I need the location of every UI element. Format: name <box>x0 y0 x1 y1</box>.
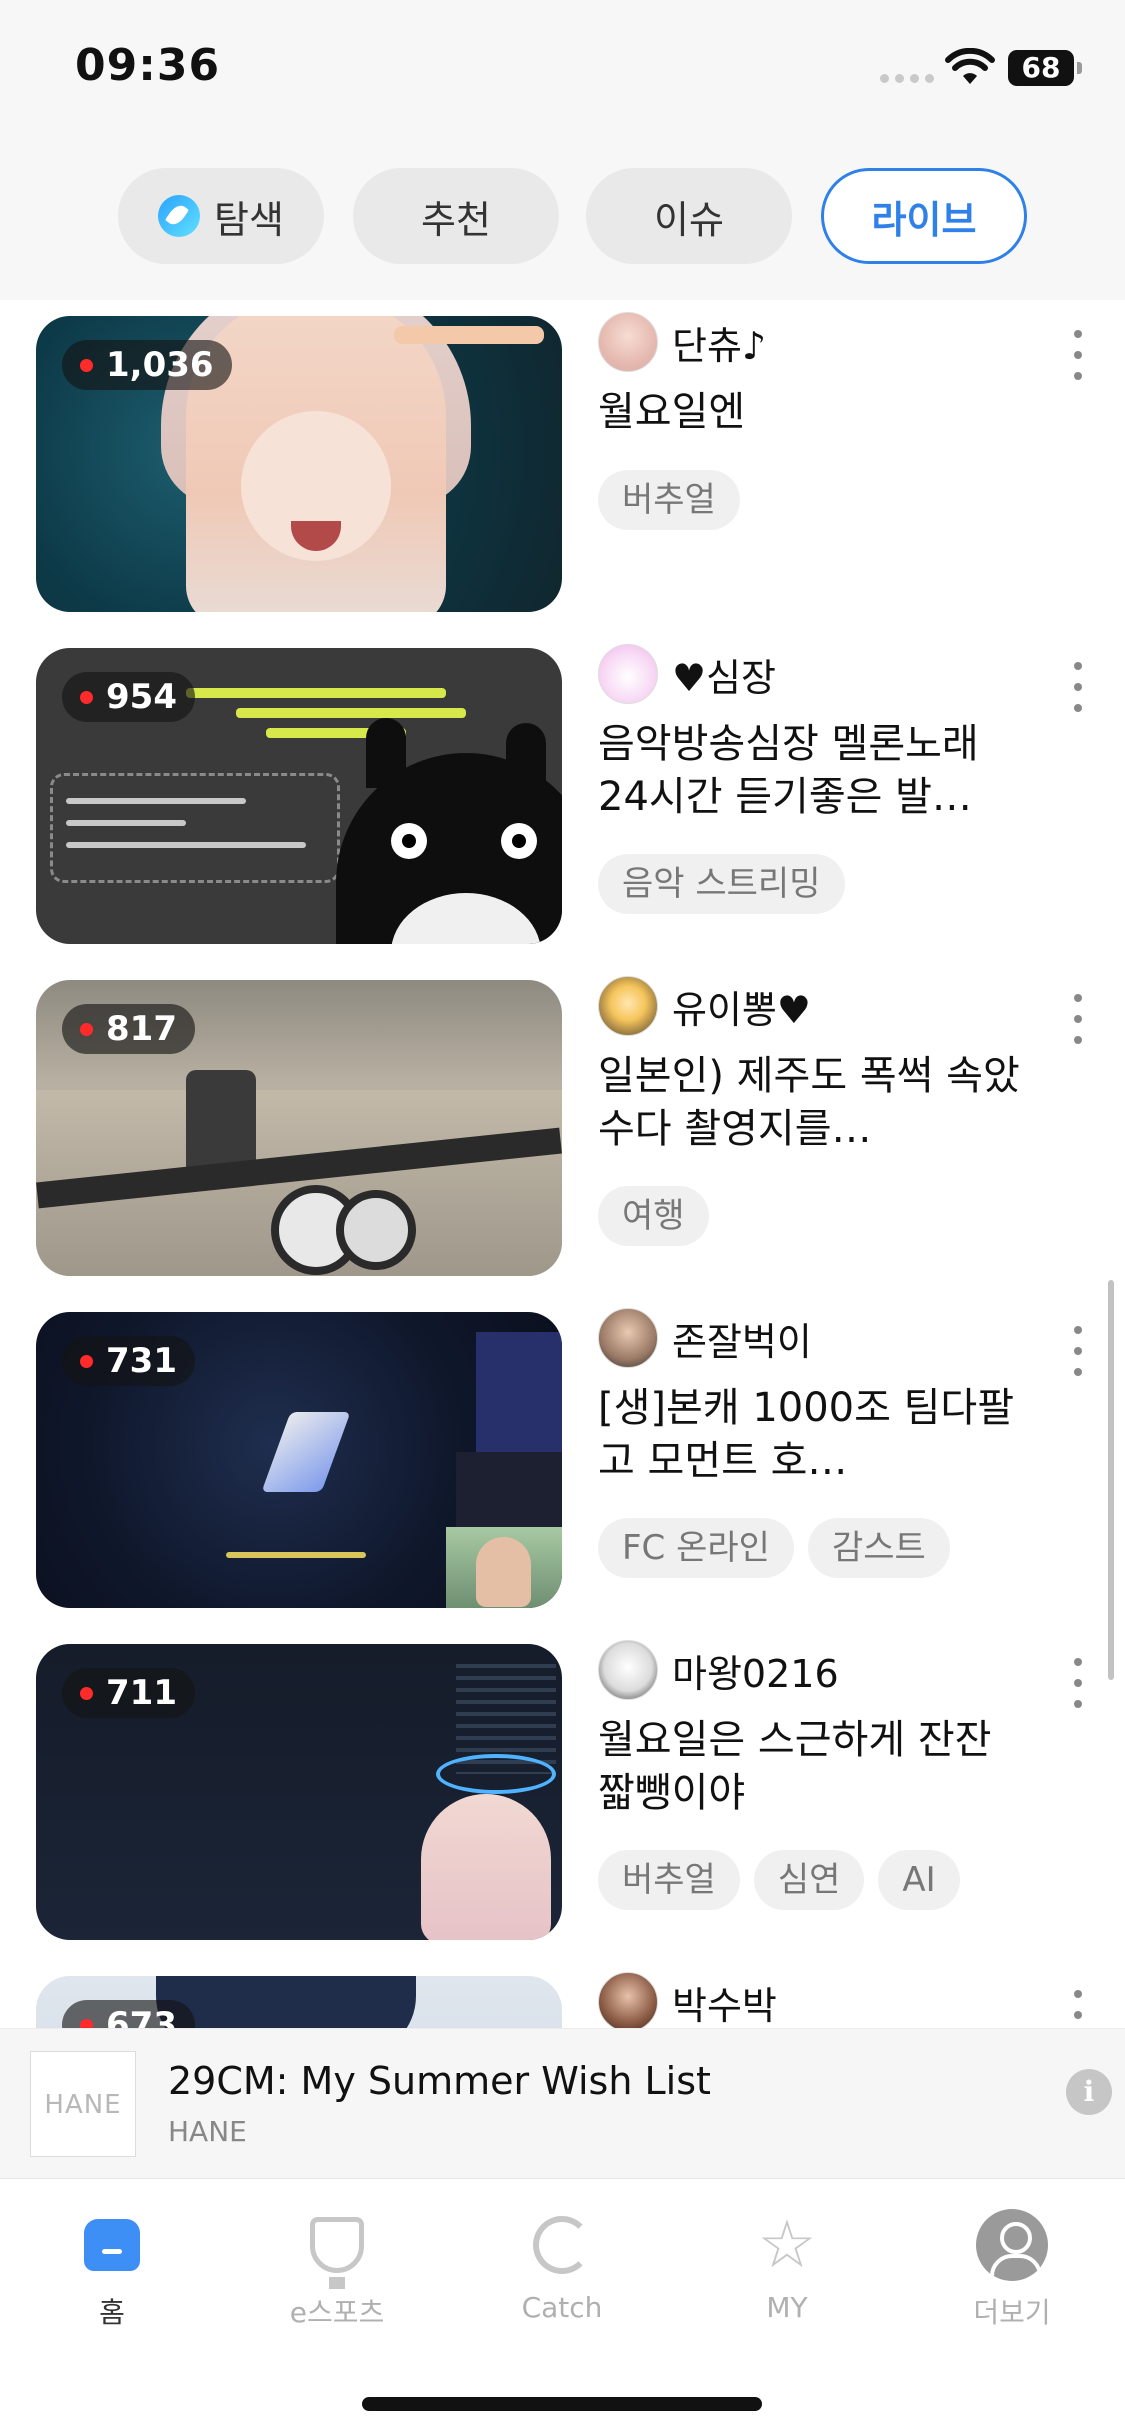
bottom-navigation: 홈 e스포츠 Catch ☆ MY 더보기 <box>0 2178 1125 2436</box>
streamer-name: 존잘벅이 <box>672 1319 812 1364</box>
advertiser-logo: HANE <box>30 2051 136 2157</box>
streamer-info[interactable]: 박수박 <box>598 1972 777 2028</box>
streamer-info[interactable]: 유이뽕♥ <box>598 976 811 1036</box>
nav-catch[interactable]: Catch <box>472 2209 652 2349</box>
viewer-count-badge: 711 <box>62 1668 195 1718</box>
stream-title[interactable]: 월요일은 스근하게 잔잔짧뺑이야 <box>598 1714 1028 1820</box>
home-indicator[interactable] <box>362 2397 762 2411</box>
nav-more[interactable]: 더보기 <box>922 2209 1102 2349</box>
streamer-info[interactable]: ♥심장 <box>598 644 776 704</box>
wifi-icon <box>945 48 995 84</box>
nav-my[interactable]: ☆ MY <box>697 2209 877 2349</box>
category-tag[interactable]: 버추얼 <box>598 470 740 530</box>
viewer-count-badge: 673 <box>62 2000 195 2028</box>
stream-title[interactable]: 일본인) 제주도 폭썩 속았수다 촬영지를… <box>598 1050 1028 1156</box>
nav-home[interactable]: 홈 <box>22 2209 202 2349</box>
tab-label: 탐색 <box>214 197 284 242</box>
streamer-info[interactable]: 존잘벅이 <box>598 1308 812 1368</box>
streamer-name: ♥심장 <box>672 655 776 700</box>
avatar[interactable] <box>598 976 658 1036</box>
stream-item[interactable]: 817 유이뽕♥ 일본인) 제주도 폭썩 속았수다 촬영지를… 여행 <box>0 964 1125 1296</box>
profile-icon <box>976 2209 1048 2281</box>
avatar[interactable] <box>598 1308 658 1368</box>
nav-label: e스포츠 <box>289 2296 385 2329</box>
streamer-name: 마왕0216 <box>672 1651 839 1696</box>
more-options-icon[interactable] <box>1066 1326 1090 1376</box>
star-icon: ☆ <box>757 2206 817 2283</box>
stream-thumbnail[interactable]: 673 <box>36 1976 562 2028</box>
viewer-count-badge: 954 <box>62 672 195 722</box>
category-tag[interactable]: AI <box>878 1850 960 1910</box>
stream-thumbnail[interactable]: 1,036 <box>36 316 562 612</box>
streamer-name: 박수박 <box>672 1983 777 2028</box>
category-tag[interactable]: FC 온라인 <box>598 1518 794 1578</box>
category-tag[interactable]: 음악 스트리밍 <box>598 854 845 914</box>
tag-list: 버추얼 <box>598 470 740 530</box>
stream-title[interactable]: [생]본캐 1000조 팀다팔고 모먼트 호… <box>598 1382 1028 1488</box>
tab-explore[interactable]: 탐색 <box>118 168 324 264</box>
battery-icon: 68 <box>1008 50 1082 86</box>
tab-live[interactable]: 라이브 <box>821 168 1027 264</box>
tab-label: 추천 <box>421 197 491 242</box>
category-tag[interactable]: 버추얼 <box>598 1850 740 1910</box>
more-options-icon[interactable] <box>1066 330 1090 380</box>
cellular-signal-icon <box>880 74 934 83</box>
category-tag[interactable]: 감스트 <box>807 1518 950 1578</box>
info-icon[interactable]: i <box>1066 2069 1112 2115</box>
streamer-info[interactable]: 마왕0216 <box>598 1640 839 1700</box>
ad-title[interactable]: 29CM: My Summer Wish List <box>168 2059 711 2103</box>
tag-list: FC 온라인 감스트 <box>598 1518 950 1578</box>
tag-list: 여행 <box>598 1186 709 1246</box>
trophy-icon <box>310 2217 364 2289</box>
compass-icon <box>158 195 201 237</box>
tab-label: 라이브 <box>871 197 977 242</box>
category-tag[interactable]: 심연 <box>753 1850 865 1910</box>
stream-thumbnail[interactable]: 711 <box>36 1644 562 1940</box>
home-icon <box>84 2219 140 2271</box>
streamer-name: 유이뽕♥ <box>672 987 811 1032</box>
viewer-count-badge: 731 <box>62 1336 195 1386</box>
tab-issues[interactable]: 이슈 <box>586 168 792 264</box>
more-options-icon[interactable] <box>1066 1658 1090 1708</box>
stream-item[interactable]: 731 존잘벅이 [생]본캐 1000조 팀다팔고 모먼트 호… FC 온라인 … <box>0 1296 1125 1628</box>
stream-item[interactable]: 673 박수박 <box>0 1960 1125 2028</box>
tag-list: 버추얼 심연 AI <box>598 1850 960 1910</box>
avatar[interactable] <box>598 312 658 372</box>
avatar[interactable] <box>598 1972 658 2028</box>
live-stream-feed[interactable]: 1,036 단츄♪ 월요일엔 버추얼 954 ♥심장 음악방송심장 멜론노래 2… <box>0 300 1125 2028</box>
viewer-count-badge: 1,036 <box>62 340 232 390</box>
avatar[interactable] <box>598 644 658 704</box>
stream-title[interactable]: 음악방송심장 멜론노래 24시간 듣기좋은 발… <box>598 718 1028 824</box>
nav-label: 더보기 <box>973 2296 1051 2329</box>
avatar[interactable] <box>598 1640 658 1700</box>
nav-label: 홈 <box>99 2296 125 2329</box>
ad-banner[interactable]: HANE 29CM: My Summer Wish List HANE i <box>0 2028 1125 2178</box>
stream-title[interactable]: 월요일엔 <box>598 386 1028 439</box>
stream-thumbnail[interactable]: 817 <box>36 980 562 1276</box>
viewer-count-badge: 817 <box>62 1004 195 1054</box>
category-tabs: 탐색 추천 이슈 라이브 <box>0 140 1125 300</box>
streamer-info[interactable]: 단츄♪ <box>598 312 766 372</box>
stream-item[interactable]: 954 ♥심장 음악방송심장 멜론노래 24시간 듣기좋은 발… 음악 스트리밍 <box>0 632 1125 964</box>
nav-label: Catch <box>521 2291 603 2324</box>
stream-thumbnail[interactable]: 954 <box>36 648 562 944</box>
stream-item[interactable]: 711 마왕0216 월요일은 스근하게 잔잔짧뺑이야 버추얼 심연 AI <box>0 1628 1125 1960</box>
nav-label: MY <box>766 2291 808 2324</box>
stream-item[interactable]: 1,036 단츄♪ 월요일엔 버추얼 <box>0 300 1125 632</box>
catch-icon <box>533 2216 591 2274</box>
more-options-icon[interactable] <box>1066 662 1090 712</box>
more-options-icon[interactable] <box>1066 994 1090 1044</box>
stream-thumbnail[interactable]: 731 <box>36 1312 562 1608</box>
tab-recommended[interactable]: 추천 <box>353 168 559 264</box>
more-options-icon[interactable] <box>1066 1990 1090 2028</box>
category-tag[interactable]: 여행 <box>598 1186 709 1246</box>
tab-label: 이슈 <box>654 197 724 242</box>
ad-advertiser: HANE <box>168 2115 247 2148</box>
streamer-name: 단츄♪ <box>672 323 767 368</box>
nav-esports[interactable]: e스포츠 <box>247 2209 427 2349</box>
tag-list: 음악 스트리밍 <box>598 854 845 914</box>
scrollbar[interactable] <box>1108 1280 1114 1680</box>
status-time: 09:36 <box>75 40 221 91</box>
status-bar: 09:36 68 <box>0 0 1125 140</box>
